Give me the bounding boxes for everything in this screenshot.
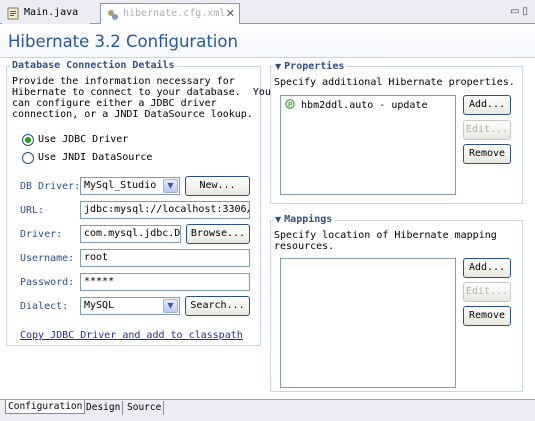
- jdbc-radio-label[interactable]: Use JDBC Driver: [38, 134, 128, 145]
- tab-hibernate-cfg-label: hibernate.cfg.xml: [123, 8, 226, 19]
- db-section-heading: Database Connection Details: [10, 60, 177, 71]
- chevron-down-icon[interactable]: ▼: [163, 179, 178, 193]
- window-controls: ▭▯: [510, 6, 531, 17]
- tab-design[interactable]: Design: [84, 401, 124, 415]
- page-title: Hibernate 3.2 Configuration: [8, 32, 238, 51]
- tab-main-java-label: Main.java: [24, 7, 79, 18]
- search-dialect-button[interactable]: Search...: [185, 296, 250, 316]
- java-file-icon: [7, 7, 20, 20]
- dialect-label: Dialect:: [20, 301, 69, 312]
- svg-text:P: P: [288, 101, 292, 109]
- chevron-down-icon[interactable]: ▼: [163, 299, 178, 313]
- tab-main-java[interactable]: Main.java: [2, 3, 90, 24]
- properties-section-heading[interactable]: ▼ Properties: [273, 61, 347, 72]
- properties-description: Specify additional Hibernate properties.: [274, 77, 515, 88]
- new-driver-button[interactable]: New...: [185, 176, 250, 196]
- driver-class-field[interactable]: com.mysql.jdbc.Dr: [80, 225, 181, 243]
- remove-mapping-button[interactable]: Remove: [463, 306, 511, 326]
- url-field[interactable]: jdbc:mysql://localhost:3306/st: [80, 201, 250, 219]
- minimize-icon[interactable]: ▭: [510, 6, 522, 17]
- property-icon: P: [285, 99, 295, 109]
- add-property-button[interactable]: Add...: [463, 95, 511, 115]
- jndi-radio-label[interactable]: Use JNDI DataSource: [38, 152, 152, 163]
- edit-mapping-button[interactable]: Edit...: [463, 282, 511, 302]
- db-driver-value: MySql_Studio: [84, 180, 157, 191]
- properties-heading-label: Properties: [284, 61, 345, 72]
- close-icon[interactable]: ✕: [226, 7, 235, 20]
- username-field[interactable]: root: [80, 249, 250, 267]
- copy-jdbc-driver-link[interactable]: Copy JDBC Driver and add to classpath: [20, 330, 243, 341]
- hibernate-config-icon: [106, 8, 119, 21]
- db-driver-select[interactable]: MySql_Studio ▼: [80, 177, 180, 195]
- browse-button[interactable]: Browse...: [186, 224, 250, 244]
- jdbc-radio[interactable]: [22, 134, 34, 146]
- collapse-triangle-icon[interactable]: ▼: [275, 62, 281, 71]
- add-mapping-button[interactable]: Add...: [463, 258, 511, 278]
- remove-property-button[interactable]: Remove: [463, 144, 511, 164]
- jndi-radio[interactable]: [22, 152, 34, 164]
- maximize-icon[interactable]: ▯: [522, 6, 531, 17]
- mappings-section-heading[interactable]: ▼ Mappings: [273, 214, 335, 225]
- db-driver-label: DB Driver:: [20, 181, 81, 192]
- db-description: Provide the information necessary for Hi…: [12, 76, 271, 120]
- password-label: Password:: [20, 277, 75, 288]
- password-field[interactable]: *****: [80, 273, 250, 291]
- url-label: URL:: [20, 205, 45, 216]
- collapse-triangle-icon[interactable]: ▼: [275, 215, 281, 224]
- list-item[interactable]: P hbm2ddl.auto - update: [285, 99, 427, 111]
- dialect-value: MySQL: [84, 300, 115, 311]
- tab-configuration[interactable]: Configuration: [5, 400, 86, 414]
- properties-list[interactable]: P hbm2ddl.auto - update: [280, 95, 456, 195]
- mappings-heading-label: Mappings: [284, 214, 333, 225]
- mappings-description: Specify location of Hibernate mapping re…: [274, 230, 497, 252]
- username-label: Username:: [20, 253, 75, 264]
- tab-source[interactable]: Source: [125, 401, 165, 415]
- edit-property-button[interactable]: Edit...: [463, 120, 511, 140]
- property-item-label: hbm2ddl.auto - update: [301, 100, 428, 111]
- tab-hibernate-cfg[interactable]: hibernate.cfg.xml ✕: [100, 3, 240, 24]
- dialect-select[interactable]: MySQL ▼: [80, 297, 180, 315]
- mappings-list[interactable]: [280, 258, 456, 388]
- driver-class-label: Driver:: [20, 229, 63, 240]
